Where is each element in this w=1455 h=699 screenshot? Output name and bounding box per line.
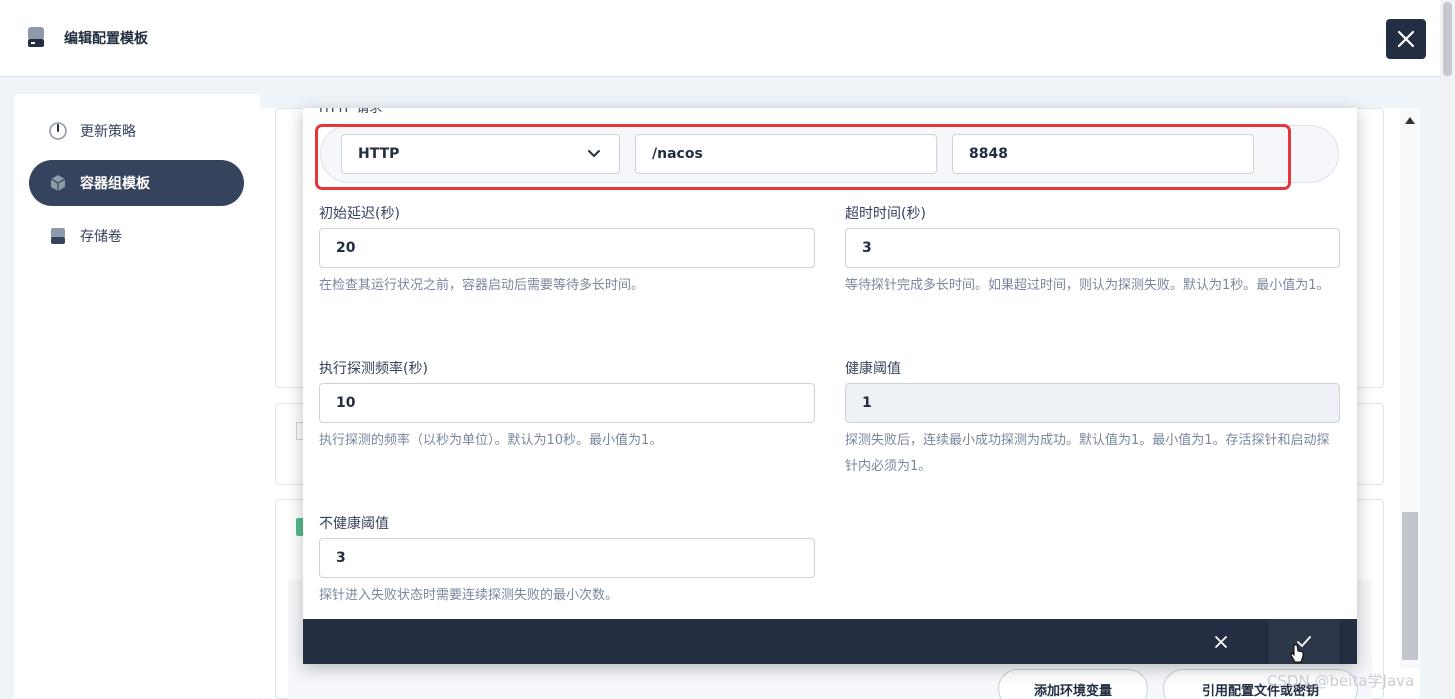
cancel-button[interactable] <box>1199 619 1243 664</box>
page-title: 编辑配置模板 <box>64 31 148 47</box>
modal-footer <box>303 619 1357 664</box>
sidebar-item-label: 更新策略 <box>80 124 136 140</box>
cube-icon <box>49 174 67 192</box>
gauge-icon <box>49 122 67 140</box>
success-threshold-desc: 探测失败后，连续最小成功探测为成功。默认值为1。最小值为1。存活探针和启动探针内… <box>845 433 1330 474</box>
timeout-value: 3 <box>862 240 872 256</box>
success-threshold-label: 健康阈值 <box>845 361 901 377</box>
success-threshold-value: 1 <box>862 395 872 411</box>
add-env-label: 添加环境变量 <box>1033 683 1112 699</box>
initial-delay-input[interactable]: 20 <box>319 228 815 268</box>
confirm-button[interactable] <box>1269 619 1339 664</box>
failure-threshold-value: 3 <box>336 550 346 566</box>
timeout-input[interactable]: 3 <box>845 228 1340 268</box>
sidebar-item-update-strategy[interactable]: 更新策略 <box>29 108 244 154</box>
period-value: 10 <box>336 395 356 411</box>
highlight-box <box>315 124 1291 190</box>
close-button[interactable] <box>1386 19 1426 59</box>
add-env-button[interactable]: 添加环境变量 <box>998 669 1148 699</box>
window-scrollbar[interactable] <box>1440 0 1455 699</box>
timeout-label: 超时时间(秒) <box>845 206 926 222</box>
disk-icon <box>26 26 46 48</box>
success-threshold-input: 1 <box>845 383 1340 423</box>
timeout-desc: 等待探针完成多长时间。如果超过时间，则认为探测失败。默认为1秒。最小值为1。 <box>845 278 1330 293</box>
failure-threshold-input[interactable]: 3 <box>319 538 815 578</box>
failure-threshold-label: 不健康阈值 <box>319 516 389 532</box>
initial-delay-value: 20 <box>336 240 356 256</box>
sidebar-item-label: 存储卷 <box>80 229 122 245</box>
sidebar-item-pod-template[interactable]: 容器组模板 <box>29 160 244 206</box>
modal-header: 编辑配置模板 <box>0 0 1455 77</box>
period-input[interactable]: 10 <box>319 383 815 423</box>
probe-modal: HTTP 请求 HTTP /nacos 8848 初始延迟(秒) 20 在检查其… <box>303 108 1357 664</box>
section-label: HTTP 请求 <box>319 108 383 116</box>
close-icon <box>1397 30 1415 48</box>
initial-delay-desc: 在检查其运行状况之前，容器启动后需要等待多长时间。 <box>319 278 645 293</box>
failure-threshold-desc: 探针进入失败状态时需要连续探测失败的最小次数。 <box>319 588 619 603</box>
close-icon <box>1215 635 1227 648</box>
sidebar: 更新策略 容器组模板 存储卷 <box>14 94 260 699</box>
sidebar-item-label: 容器组模板 <box>80 176 150 192</box>
period-desc: 执行探测的频率（以秒为单位）。默认为10秒。最小值为1。 <box>319 433 663 448</box>
initial-delay-label: 初始延迟(秒) <box>319 206 400 222</box>
period-label: 执行探测频率(秒) <box>319 361 428 377</box>
hand-cursor-icon <box>1290 644 1304 663</box>
scroll-thumb[interactable] <box>1402 512 1418 660</box>
scroll-up-icon[interactable] <box>1405 117 1415 124</box>
watermark: CSDN @beita学Java <box>1267 672 1415 690</box>
disk-icon <box>49 227 67 245</box>
sidebar-item-volumes[interactable]: 存储卷 <box>29 213 244 259</box>
